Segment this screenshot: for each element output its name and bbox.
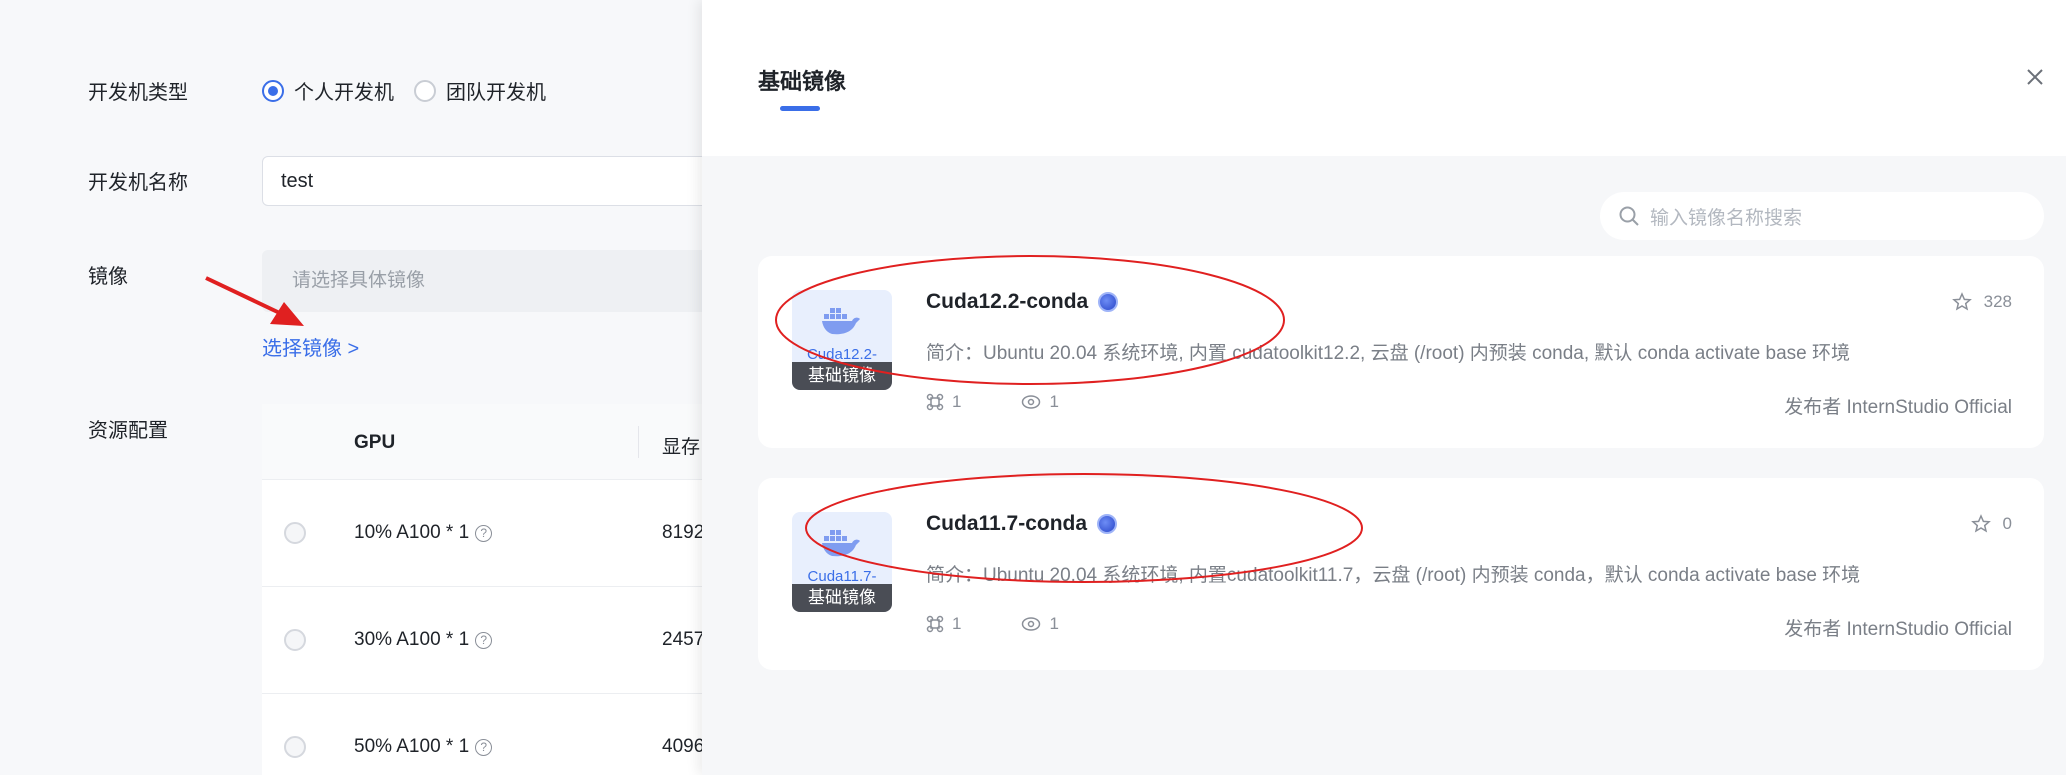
mirror-stats: 1 1 <box>926 392 1059 412</box>
thumbnail-name: Cuda12.2- <box>806 346 878 363</box>
command-icon <box>926 615 944 633</box>
select-mirror-link[interactable]: 选择镜像 > <box>262 332 359 361</box>
radio-personal[interactable]: 个人开发机 <box>262 76 394 105</box>
table-row[interactable]: 50% A100 * 1? 4096 <box>262 694 722 775</box>
gpu-column-header: GPU <box>354 432 396 453</box>
help-icon[interactable]: ? <box>475 738 493 756</box>
resource-table-header: GPU 显存 <box>262 404 722 480</box>
official-medal-icon <box>1098 292 1119 312</box>
mirror-thumbnail: Cuda11.7- 基础镜像 <box>792 512 892 612</box>
star-icon[interactable] <box>1951 292 1972 312</box>
command-icon <box>926 393 944 411</box>
gpu-cell: 50% A100 * 1? <box>354 736 493 758</box>
eye-icon <box>1022 395 1041 409</box>
fork-stat: 1 <box>926 392 961 412</box>
help-icon[interactable]: ? <box>475 524 493 542</box>
type-label: 开发机类型 <box>88 82 188 104</box>
base-mirror-badge: 基础镜像 <box>792 584 892 612</box>
fork-count: 1 <box>952 614 962 633</box>
thumbnail-name: Cuda11.7- <box>807 568 877 585</box>
memory-column-header: 显存 <box>662 437 701 458</box>
radio-personal-label: 个人开发机 <box>294 82 394 104</box>
table-row[interactable]: 30% A100 * 1? 2457 <box>262 587 722 694</box>
name-input[interactable]: test <box>262 156 722 206</box>
mirror-card[interactable]: Cuda12.2- 基础镜像 Cuda12.2-conda 简介：Ubuntu … <box>758 256 2044 448</box>
mirror-select[interactable]: 请选择具体镜像 <box>262 250 722 312</box>
radio-dot[interactable] <box>414 79 436 102</box>
memory-cell: 2457 <box>662 629 705 650</box>
docker-whale-icon <box>822 308 860 335</box>
publisher: 发布者 InternStudio Official <box>1784 619 2012 640</box>
search-icon <box>1619 206 1639 226</box>
base-mirror-badge: 基础镜像 <box>792 362 892 390</box>
drawer-header: 基础镜像 <box>702 0 2066 156</box>
publisher: 发布者 InternStudio Official <box>1784 397 2012 418</box>
gpu-cell: 30% A100 * 1? <box>354 629 493 651</box>
gpu-value: 50% A100 * 1 <box>354 736 470 757</box>
create-devmachine-form: 开发机类型 个人开发机 团队开发机 开发机名称 test 镜像 请选择具体镜像 … <box>0 0 722 775</box>
radio-team[interactable]: 团队开发机 <box>414 76 546 105</box>
view-count: 1 <box>1049 392 1059 411</box>
table-row[interactable]: 10% A100 * 1? 8192 <box>262 480 722 587</box>
red-arrow-annotation <box>205 276 304 326</box>
name-label: 开发机名称 <box>88 172 188 194</box>
mirror-title-text: Cuda11.7-conda <box>926 512 1088 535</box>
mirror-description: 简介：Ubuntu 20.04 系统环境, 内置 cudatoolkit12.2… <box>926 343 1850 364</box>
eye-icon <box>1022 617 1041 631</box>
memory-cell: 4096 <box>662 736 705 757</box>
resource-label: 资源配置 <box>88 420 168 442</box>
mirror-title: Cuda12.2-conda <box>926 290 1119 314</box>
radio-dot-checked[interactable] <box>262 79 284 102</box>
star-icon[interactable] <box>1970 514 1991 534</box>
gpu-value: 30% A100 * 1 <box>354 629 470 650</box>
mirror-card[interactable]: Cuda11.7- 基础镜像 Cuda11.7-conda 简介：Ubuntu … <box>758 478 2044 670</box>
view-stat: 1 <box>1021 392 1059 412</box>
search-input[interactable]: 输入镜像名称搜索 <box>1600 192 2044 240</box>
mirror-label: 镜像 <box>88 266 128 288</box>
view-count: 1 <box>1049 614 1059 633</box>
help-icon[interactable]: ? <box>475 631 493 649</box>
mirror-title-text: Cuda12.2-conda <box>926 290 1089 313</box>
radio-team-label: 团队开发机 <box>446 82 546 104</box>
gpu-value: 10% A100 * 1 <box>354 522 470 543</box>
fork-stat: 1 <box>926 614 961 634</box>
fork-count: 1 <box>952 392 962 411</box>
docker-whale-icon <box>822 530 860 557</box>
column-divider <box>638 426 639 458</box>
memory-cell: 8192 <box>662 522 705 543</box>
active-tab-indicator <box>780 106 820 111</box>
star-button[interactable]: 328 <box>1951 292 2012 312</box>
view-stat: 1 <box>1021 614 1059 634</box>
star-count: 0 <box>2002 514 2012 533</box>
mirror-thumbnail: Cuda12.2- 基础镜像 <box>792 290 892 390</box>
star-button[interactable]: 0 <box>1970 514 2012 534</box>
mirror-title: Cuda11.7-conda <box>926 512 1118 536</box>
row-radio[interactable] <box>284 629 306 651</box>
resource-table: GPU 显存 10% A100 * 1? 8192 30% A100 * 1? … <box>262 404 722 775</box>
mirror-drawer: 基础镜像 输入镜像名称搜索 Cuda12.2- 基础镜像 Cuda12.2-co… <box>702 0 2066 775</box>
star-count: 328 <box>1983 292 2012 311</box>
tab-base-mirror[interactable]: 基础镜像 <box>758 64 846 96</box>
official-medal-icon <box>1097 514 1118 534</box>
row-radio[interactable] <box>284 736 306 758</box>
mirror-stats: 1 1 <box>926 614 1059 634</box>
search-placeholder: 输入镜像名称搜索 <box>1650 207 1803 229</box>
mirror-description: 简介：Ubuntu 20.04 系统环境, 内置cudatoolkit11.7，… <box>926 565 1861 586</box>
gpu-cell: 10% A100 * 1? <box>354 522 493 544</box>
type-radio-group: 个人开发机 团队开发机 <box>262 76 546 105</box>
close-icon[interactable] <box>2020 62 2050 92</box>
row-radio[interactable] <box>284 522 306 544</box>
